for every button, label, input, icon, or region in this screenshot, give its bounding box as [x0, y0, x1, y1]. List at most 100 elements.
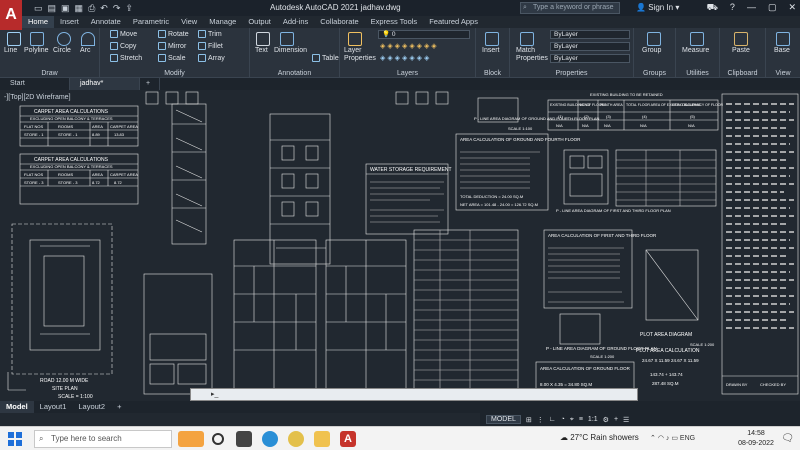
edge-icon[interactable] [262, 431, 278, 447]
tab-output[interactable]: Output [242, 16, 277, 28]
insert-button[interactable]: Insert [482, 47, 500, 54]
rotate-button[interactable]: Rotate [158, 30, 189, 38]
table-button[interactable]: Table [312, 54, 339, 62]
weather-widget[interactable]: ☁ 27°C Rain showers [560, 433, 639, 442]
mirror-button[interactable]: Mirror [158, 42, 186, 50]
copy-button[interactable]: Copy [110, 42, 136, 50]
grid-icon[interactable]: ⊞ [526, 416, 532, 424]
model-space-button[interactable]: MODEL [486, 415, 521, 424]
speaker-icon[interactable]: ♪ [666, 435, 670, 442]
layer-tools-row-2[interactable]: ◈ ◈ ◈ ◈ ◈ ◈ ◈ [380, 54, 429, 62]
measure-button[interactable]: Measure [682, 47, 709, 54]
sign-in-button[interactable]: 👤 Sign In ▾ [636, 3, 679, 12]
settings-icon[interactable]: ⚙ [603, 416, 609, 424]
tab-view[interactable]: View [175, 16, 203, 28]
tab-parametric[interactable]: Parametric [127, 16, 175, 28]
scale-button[interactable]: Scale [158, 54, 186, 62]
tab-layout2[interactable]: Layout2 [72, 401, 111, 413]
annotation-scale[interactable]: 1:1 [588, 416, 598, 423]
clock[interactable]: 14:58 08-09-2022 [738, 429, 774, 449]
layer-dropdown[interactable]: 💡 0 [378, 30, 470, 39]
clipboard-panel-label[interactable]: Clipboard [720, 70, 765, 77]
layers-panel-label[interactable]: Layers [340, 70, 475, 77]
add-layout-button[interactable]: + [111, 401, 127, 413]
lineweight-dropdown[interactable]: ByLayer [550, 54, 630, 63]
file-explorer-icon[interactable] [314, 431, 330, 447]
save-icon[interactable]: ▣ [61, 3, 70, 14]
tab-layout1[interactable]: Layout1 [34, 401, 73, 413]
draw-panel-label[interactable]: Draw [0, 70, 99, 77]
battery-icon[interactable]: ▭ [671, 435, 678, 442]
view-panel-label[interactable]: View [766, 70, 800, 77]
trim-button[interactable]: Trim [198, 30, 222, 38]
tab-model[interactable]: Model [0, 401, 34, 413]
autocad-taskbar-icon[interactable]: A [340, 431, 356, 447]
minimize-icon[interactable]: — [747, 2, 756, 14]
tab-home[interactable]: Home [22, 16, 55, 28]
line-button[interactable]: Line [4, 47, 17, 54]
arc-button[interactable]: Arc [80, 47, 91, 54]
new-file-icon[interactable]: ▭ [34, 3, 43, 14]
plus-icon[interactable]: + [614, 416, 618, 423]
annotation-panel-label[interactable]: Annotation [250, 70, 339, 77]
base-button[interactable]: Base [774, 47, 790, 54]
chevron-up-icon[interactable]: ⌃ [650, 435, 656, 442]
taskbar-search-input[interactable]: ⌕ Type here to search [34, 430, 172, 448]
text-button[interactable]: Text [255, 47, 268, 54]
stretch-button[interactable]: Stretch [110, 54, 142, 62]
tab-collaborate[interactable]: Collaborate [314, 16, 364, 28]
print-icon[interactable]: ⎙ [88, 3, 95, 14]
notification-icon[interactable]: 🗨 [781, 433, 794, 444]
share-icon[interactable]: ⇪ [125, 3, 133, 14]
utilities-panel-label[interactable]: Utilities [676, 70, 719, 77]
cart-icon[interactable]: ⛟ [707, 2, 718, 14]
osnap-icon[interactable]: ⌖ [570, 416, 574, 424]
move-button[interactable]: Move [110, 30, 137, 38]
tab-add-ins[interactable]: Add-ins [277, 16, 314, 28]
close-icon[interactable]: ✕ [788, 2, 796, 14]
properties-panel-label[interactable]: Properties [510, 70, 633, 77]
cortana-icon[interactable] [212, 433, 224, 445]
maximize-icon[interactable]: ▢ [768, 2, 777, 14]
chrome-icon[interactable] [288, 431, 304, 447]
paste-button[interactable]: Paste [732, 47, 750, 54]
groups-panel-label[interactable]: Groups [634, 70, 675, 77]
tab-manage[interactable]: Manage [203, 16, 242, 28]
ortho-icon[interactable]: ∟ [549, 416, 556, 423]
windows-start-icon[interactable] [8, 432, 22, 446]
news-widget-icon[interactable] [178, 431, 204, 447]
match-properties-button[interactable]: Match Properties [516, 47, 548, 63]
layer-properties-button[interactable]: Layer Properties [344, 47, 378, 63]
redo-icon[interactable]: ↷ [113, 3, 121, 14]
array-button[interactable]: Array [198, 54, 225, 62]
fillet-button[interactable]: Fillet [198, 42, 223, 50]
color-dropdown[interactable]: ByLayer [550, 30, 630, 39]
task-view-icon[interactable] [236, 431, 252, 447]
help-icon[interactable]: ? [730, 2, 735, 14]
open-folder-icon[interactable]: ▤ [48, 3, 57, 14]
autocad-logo-button[interactable]: A [0, 0, 22, 30]
lineweight-icon[interactable]: ≡ [579, 416, 583, 423]
circle-button[interactable]: Circle [53, 47, 71, 54]
layer-tools-row[interactable]: ◈ ◈ ◈ ◈ ◈ ◈ ◈ ◈ [380, 42, 437, 50]
drawing-canvas[interactable]: -][Top][2D Wireframe] CARPET AREA CALCUL… [0, 90, 800, 401]
snap-icon[interactable]: ⋮ [537, 416, 544, 424]
linetype-dropdown[interactable]: ByLayer [550, 42, 630, 51]
group-button[interactable]: Group [642, 47, 661, 54]
tab-express-tools[interactable]: Express Tools [365, 16, 424, 28]
modify-panel-label[interactable]: Modify [100, 70, 249, 77]
new-tab-button[interactable]: + [140, 78, 160, 90]
viewport-label[interactable]: -][Top][2D Wireframe] [4, 94, 71, 101]
help-search-input[interactable]: ⌕ Type a keyword or phrase [520, 2, 620, 14]
language-indicator[interactable]: ENG [680, 435, 695, 442]
doc-tab-start[interactable]: Start [0, 78, 70, 90]
customize-icon[interactable]: ☰ [623, 416, 629, 424]
command-line-input[interactable]: ▸_ [190, 388, 638, 401]
tab-insert[interactable]: Insert [54, 16, 85, 28]
doc-tab-jadhav[interactable]: jadhav* [70, 78, 140, 90]
wifi-icon[interactable]: ◠ [658, 435, 664, 442]
dimension-button[interactable]: Dimension [274, 47, 307, 54]
tab-annotate[interactable]: Annotate [85, 16, 127, 28]
polar-icon[interactable]: ◔ [561, 416, 565, 423]
undo-icon[interactable]: ↶ [100, 3, 108, 14]
